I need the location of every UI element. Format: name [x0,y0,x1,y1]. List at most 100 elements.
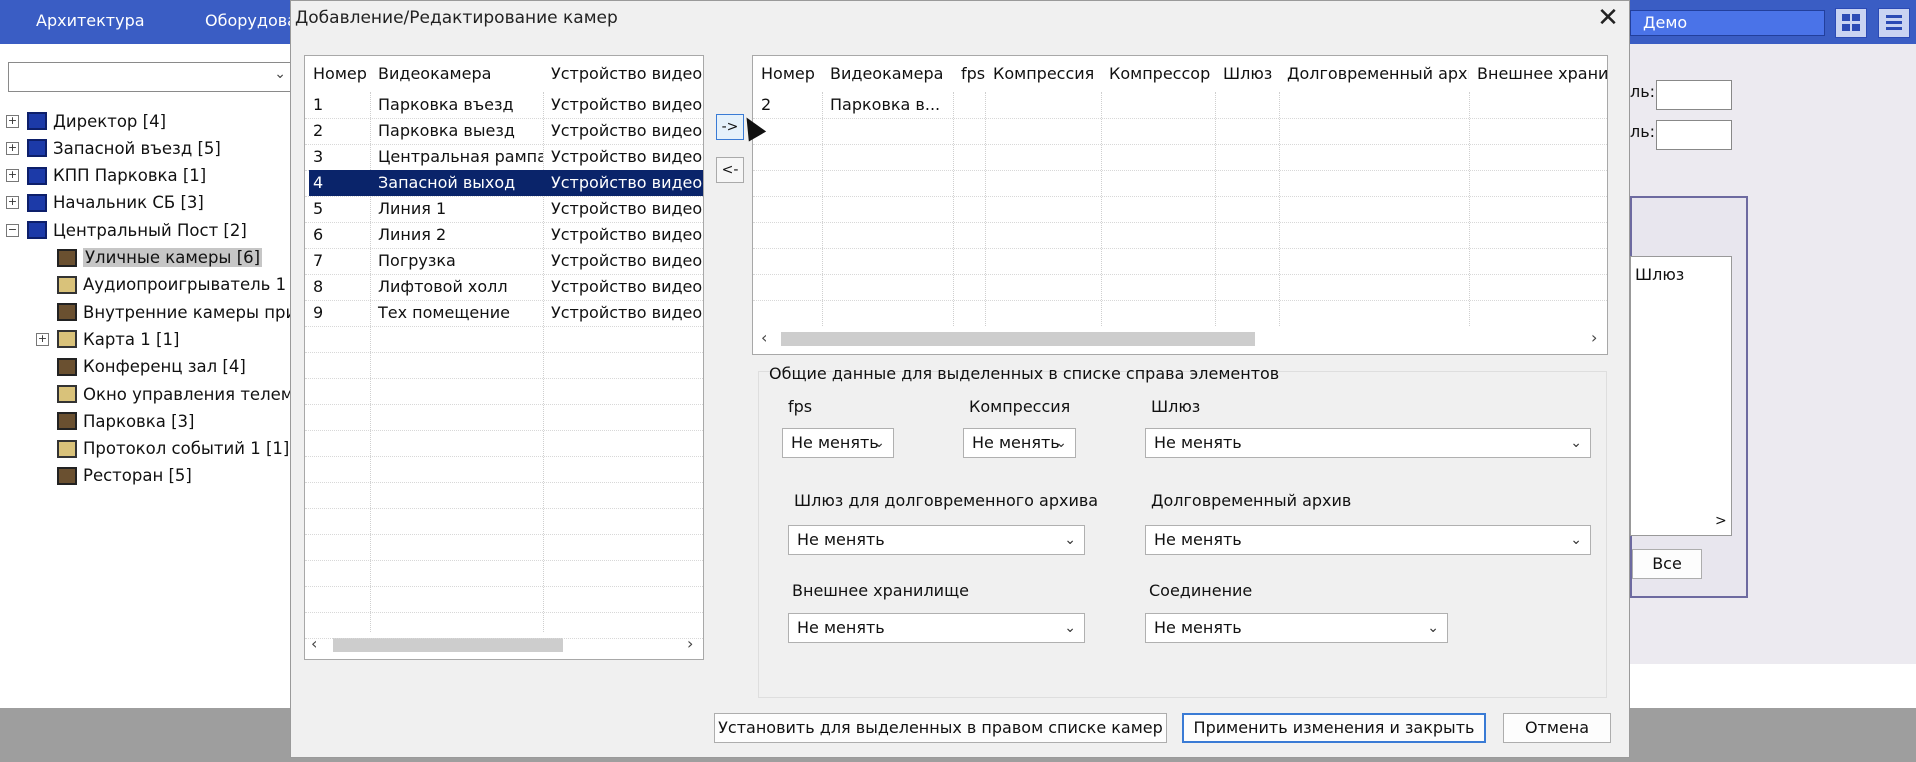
gateway-list[interactable]: Шлюз > [1630,256,1732,536]
tree-item[interactable]: Внутренние камеры при [57,299,296,325]
column-header[interactable]: Компрессор [1101,56,1215,92]
fps-select[interactable]: Не менять ⌄ [782,428,894,458]
field1-input[interactable] [1656,80,1732,110]
table-cell[interactable]: Устройство видеов [543,196,703,222]
table-cell[interactable]: Тех помещение [370,300,543,326]
table-cell[interactable]: 2 [305,118,370,144]
column-header[interactable]: Номер [305,56,370,92]
table-cell[interactable] [1101,92,1215,118]
menu-list-icon[interactable] [1878,8,1910,38]
scroll-right-icon[interactable]: › [1591,328,1597,347]
table-cell[interactable]: Погрузка [370,248,543,274]
column-header[interactable]: Внешнее хранил [1469,56,1607,92]
available-cameras-grid[interactable]: ‹ › Номер Видеокамера Устройство видеов 1 Па… [304,55,704,660]
table-cell[interactable]: Линия 1 [370,196,543,222]
table-cell[interactable]: Устройство видеов [543,300,703,326]
scroll-right-icon[interactable]: > [1715,513,1727,529]
table-cell[interactable] [1279,92,1469,118]
table-cell[interactable]: Устройство видеов [543,274,703,300]
table-cell[interactable] [1215,92,1279,118]
table-cell[interactable]: Устройство видеов [543,144,703,170]
storage-select[interactable]: Не менять ⌄ [788,613,1085,643]
tree-item[interactable]: + КПП Парковка [1] [6,163,206,189]
chevron-down-icon: ⌄ [873,435,885,451]
tree-item[interactable]: Окно управления телем [57,381,293,407]
expand-icon[interactable]: + [6,141,19,155]
layout-grid-icon[interactable] [1835,8,1867,38]
table-cell[interactable]: 6 [305,222,370,248]
table-cell[interactable]: 5 [305,196,370,222]
tree-item[interactable]: Конференц зал [4] [57,354,246,380]
expand-icon[interactable]: + [6,169,19,183]
table-cell[interactable]: Устройство видеов [543,222,703,248]
table-cell[interactable]: 1 [305,92,370,118]
tree-item[interactable]: Ресторан [5] [57,463,192,489]
expand-icon[interactable]: + [6,114,19,128]
move-left-button[interactable]: <- [716,157,744,183]
table-cell[interactable]: Парковка в... [822,92,953,118]
column-header[interactable]: Долговременный архив [1279,56,1469,92]
table-cell[interactable]: Линия 2 [370,222,543,248]
scroll-thumb[interactable] [333,638,563,652]
table-cell[interactable]: Лифтовой холл [370,274,543,300]
expand-icon[interactable]: + [36,332,49,346]
field2-input[interactable] [1656,120,1732,150]
scroll-thumb[interactable] [781,332,1255,346]
table-cell[interactable] [1469,92,1607,118]
cancel-button[interactable]: Отмена [1503,713,1611,743]
tree-item[interactable]: + Начальник СБ [3] [6,190,204,216]
config-demo-field[interactable]: Демо [1630,10,1825,36]
column-header[interactable]: Номер [753,56,822,92]
right-grid-hscroll[interactable]: ‹ › [753,328,1607,348]
table-row-selected[interactable]: 4 Запасной выход Устройство видеов [309,170,703,196]
table-cell[interactable]: Устройство видеов [543,92,703,118]
table-cell[interactable]: 3 [305,144,370,170]
table-cell[interactable]: 8 [305,274,370,300]
table-cell[interactable]: Парковка въезд [370,92,543,118]
table-cell[interactable]: 9 [305,300,370,326]
scroll-left-icon[interactable]: ‹ [311,634,317,653]
scroll-right-icon[interactable]: › [687,634,693,653]
selected-cameras-grid[interactable]: ‹ › Номер Видеокамера fps Компрессия Компрес… [752,55,1608,355]
tree-item[interactable]: + Карта 1 [1] [36,326,179,352]
tree-item[interactable]: Аудиопроигрыватель 1 [ [57,272,298,298]
table-cell[interactable]: Парковка выезд [370,118,543,144]
column-header[interactable]: fps [953,56,985,92]
menu-equipment[interactable]: Оборудова [205,11,297,30]
column-header[interactable]: Шлюз [1215,56,1279,92]
table-cell[interactable]: 2 [753,92,822,118]
all-button[interactable]: Все [1632,549,1702,579]
collapse-icon[interactable]: − [6,223,19,237]
connection-select[interactable]: Не менять ⌄ [1145,613,1448,643]
common-settings-title: Общие данные для выделенных в списке спр… [769,364,1280,383]
close-icon[interactable]: ✕ [1593,5,1623,33]
apply-close-button[interactable]: Применить изменения и закрыть [1182,713,1486,743]
tree-item[interactable]: + Запасной въезд [5] [6,135,221,161]
tree-item[interactable]: Протокол событий 1 [1] [57,436,289,462]
tree-item[interactable]: Парковка [3] [57,408,194,434]
table-cell[interactable]: 7 [305,248,370,274]
tree-item[interactable]: − Центральный Пост [2] [6,217,247,243]
table-cell[interactable] [953,92,985,118]
gateway-select[interactable]: Не менять ⌄ [1145,428,1591,458]
column-header[interactable]: Видеокамера [370,56,543,92]
compression-select[interactable]: Не менять ⌄ [963,428,1076,458]
table-cell[interactable]: Устройство видеов [543,118,703,144]
column-header[interactable]: Видеокамера [822,56,953,92]
tree-item[interactable]: + Директор [4] [6,108,166,134]
column-header[interactable]: Компрессия [985,56,1101,92]
archive-select[interactable]: Не менять ⌄ [1145,525,1591,555]
tree-item[interactable]: Уличные камеры [6] [57,245,263,271]
archive-gateway-select[interactable]: Не менять ⌄ [788,525,1085,555]
scroll-left-icon[interactable]: ‹ [761,328,767,347]
column-header[interactable]: Устройство видеов [543,56,703,92]
tree-filter-combo[interactable]: ⌄ [8,62,293,92]
table-cell[interactable]: Устройство видеов [543,248,703,274]
apply-selected-button[interactable]: Установить для выделенных в правом списк… [714,713,1167,743]
table-cell[interactable] [985,92,1101,118]
expand-icon[interactable]: + [6,196,19,210]
chevron-down-icon: ⌄ [1064,620,1076,636]
table-cell[interactable]: Центральная рампа [370,144,543,170]
left-grid-hscroll[interactable]: ‹ › [305,634,703,654]
menu-architecture[interactable]: Архитектура [36,11,145,30]
